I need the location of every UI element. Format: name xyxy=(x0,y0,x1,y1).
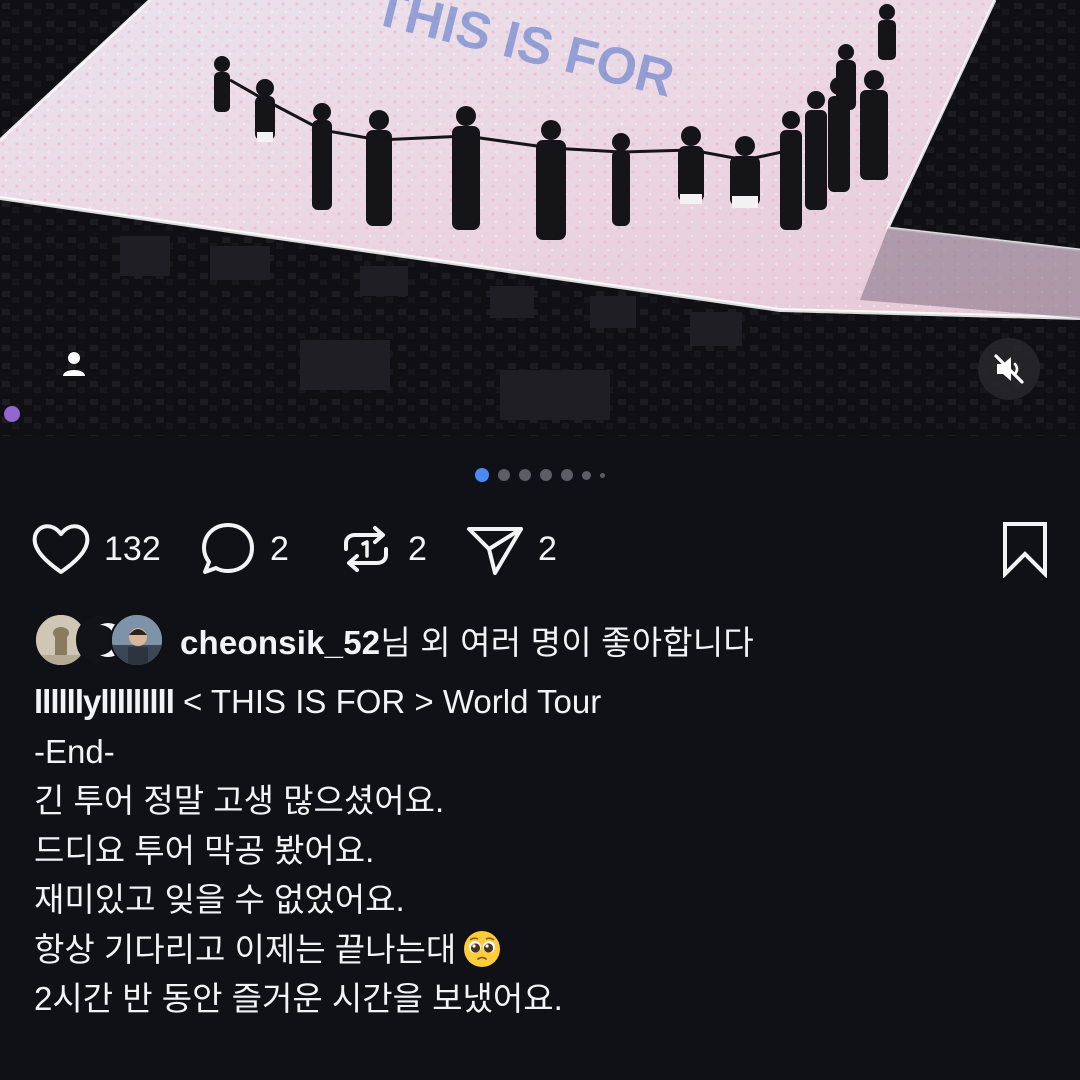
comment-count: 2 xyxy=(270,529,289,568)
post-photo[interactable]: THIS IS FOR xyxy=(0,0,1080,436)
comment-bubble-icon xyxy=(202,523,254,574)
caption-line: llllllylllllllll < THIS IS FOR > World T… xyxy=(34,677,1044,727)
concert-stage-image: THIS IS FOR xyxy=(0,0,1080,436)
share-count: 2 xyxy=(538,529,557,568)
carousel-dot-active xyxy=(475,468,489,482)
caption-line: 항상 기다리고 이제는 끝나는대 xyxy=(34,925,1044,975)
avatar xyxy=(110,613,164,667)
speaker-muted-icon xyxy=(994,354,1024,384)
mute-toggle-button[interactable] xyxy=(978,338,1040,400)
repost-count: 2 xyxy=(408,529,427,568)
pleading-face-emoji-icon xyxy=(464,930,501,967)
caption-line: -End- xyxy=(34,732,115,770)
carousel-dot xyxy=(600,472,605,478)
like-count: 132 xyxy=(104,529,161,568)
send-icon xyxy=(467,527,523,575)
caption-text: 항상 기다리고 이제는 끝나는대 xyxy=(34,930,457,968)
liker-username[interactable]: cheonsik_52 xyxy=(180,624,380,661)
carousel-dot xyxy=(582,470,591,480)
caption-author-handle[interactable]: llllllylllllllll xyxy=(34,683,175,720)
like-button[interactable]: 132 xyxy=(30,514,161,584)
bookmark-icon xyxy=(1003,522,1047,578)
save-button[interactable] xyxy=(1000,514,1050,584)
post-action-bar: 132 2 2 2 xyxy=(30,514,1050,584)
carousel-dot xyxy=(519,469,531,481)
liker-avatars xyxy=(34,613,164,667)
caption-line: 재미있고 잊을 수 없었어요. xyxy=(34,881,405,918)
share-button[interactable]: 2 xyxy=(464,514,557,584)
post-caption: llllllylllllllll < THIS IS FOR > World T… xyxy=(34,677,1044,1024)
person-icon xyxy=(63,352,85,376)
repost-icon xyxy=(344,526,388,572)
comment-button[interactable]: 2 xyxy=(198,514,289,584)
caption-text: < THIS IS FOR > World Tour xyxy=(173,683,602,720)
caption-line: 드디요 투어 막공 봤어요. xyxy=(34,831,375,869)
liked-by-suffix: 님 외 여러 명이 좋아합니다 xyxy=(380,624,754,661)
heart-icon xyxy=(32,524,90,574)
repost-button[interactable]: 2 xyxy=(336,514,427,584)
caption-line: 긴 투어 정말 고생 많으셨어요. xyxy=(34,782,445,819)
tag-people-button[interactable] xyxy=(52,342,96,386)
caption-line: 2시간 반 동안 즐거운 시간을 보냈어요. xyxy=(34,980,563,1017)
liked-by-row[interactable]: cheonsik_52님 외 여러 명이 좋아합니다 xyxy=(34,612,754,668)
carousel-dot xyxy=(561,469,573,481)
carousel-dot xyxy=(540,469,552,481)
carousel-dot xyxy=(498,469,510,481)
liked-by-text: cheonsik_52님 외 여러 명이 좋아합니다 xyxy=(180,616,754,664)
carousel-indicator xyxy=(0,468,1080,482)
